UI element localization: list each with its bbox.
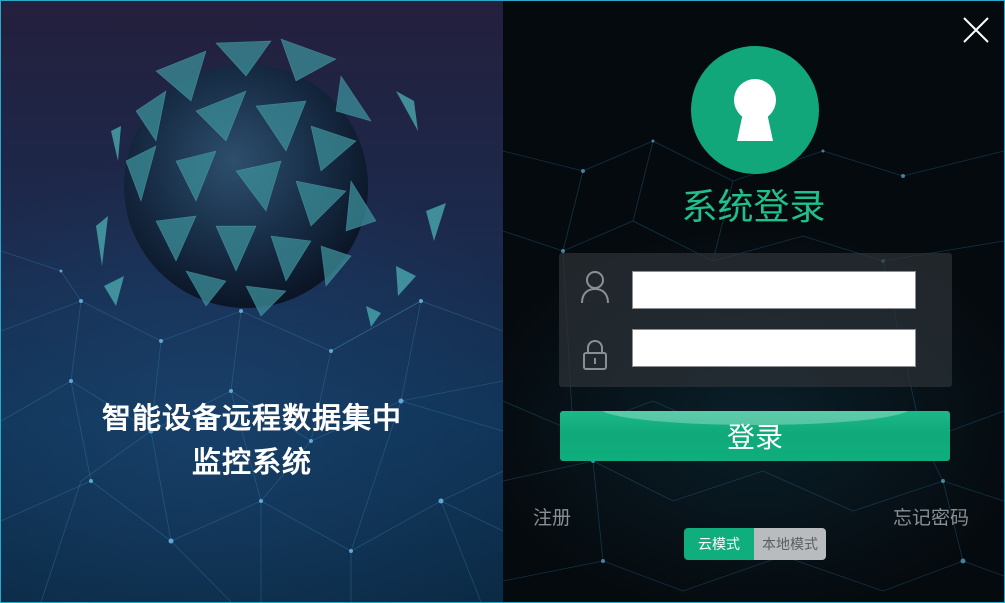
username-input[interactable] (632, 271, 916, 309)
close-icon (963, 17, 989, 43)
system-name-line2: 监控系统 (191, 445, 312, 479)
login-title: 系统登录 (681, 187, 826, 228)
close-button[interactable] (961, 15, 991, 45)
login-panel: 系统登录 登录 注册 忘记密码 云模式 本地模式 (503, 1, 1004, 602)
logo-badge (691, 46, 819, 174)
brand-panel: 智能设备远程数据集中 监控系统 (1, 1, 503, 602)
local-mode-button[interactable]: 本地模式 (754, 528, 826, 560)
login-button[interactable]: 登录 (560, 411, 950, 461)
system-name-line1: 智能设备远程数据集中 (101, 401, 402, 435)
cloud-mode-button[interactable]: 云模式 (684, 528, 754, 560)
login-form (559, 253, 952, 387)
lock-icon (583, 339, 607, 370)
password-input[interactable] (632, 329, 916, 367)
system-name-heading: 智能设备远程数据集中 监控系统 (1, 396, 503, 484)
login-button-label: 登录 (726, 421, 783, 454)
login-window: 智能设备远程数据集中 监控系统 系统登录 登录 注册 忘记密码 云模式 本地模式 (0, 0, 1005, 603)
mode-toggle: 云模式 本地模式 (684, 528, 826, 560)
register-link[interactable]: 注册 (533, 503, 571, 530)
user-icon (581, 271, 609, 304)
keyhole-icon (734, 79, 776, 141)
forgot-password-link[interactable]: 忘记密码 (893, 503, 969, 530)
polygon-sphere-graphic (96, 38, 446, 327)
